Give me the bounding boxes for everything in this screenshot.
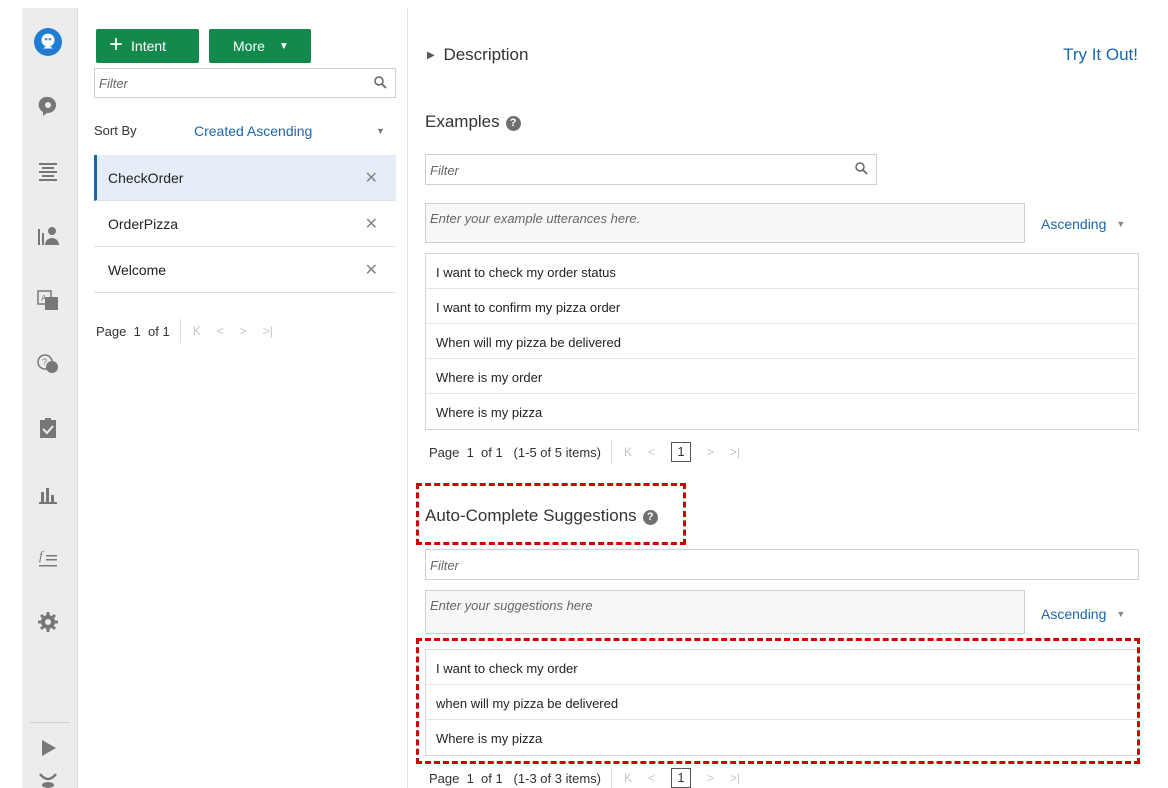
examples-title: Examples? <box>425 112 521 132</box>
example-utterance-input[interactable]: Enter your example utterances here. <box>425 203 1025 243</box>
intents-pager: Page 1 of 1 K < > >| <box>96 319 289 343</box>
intent-item-label: CheckOrder <box>108 170 184 186</box>
caret-down-icon: ▼ <box>278 40 289 52</box>
pager-divider <box>610 766 612 788</box>
intent-item-label: Welcome <box>108 262 167 278</box>
svg-text:f: f <box>39 548 45 563</box>
intent-item-checkorder[interactable]: CheckOrder ✕ <box>94 155 396 201</box>
help-icon[interactable]: ? <box>642 510 658 525</box>
description-label: Description <box>443 45 529 64</box>
caret-down-icon: ▼ <box>1116 609 1126 619</box>
previous-page-icon[interactable]: < <box>217 324 224 338</box>
intent-item-welcome[interactable]: Welcome ✕ <box>94 247 396 293</box>
flows-icon[interactable] <box>34 222 62 250</box>
bot-avatar-icon[interactable] <box>34 28 62 56</box>
pager-text: Page 1 of 1 <box>96 323 170 339</box>
list-item[interactable]: Where is my pizza <box>426 394 1138 429</box>
qna-icon[interactable]: ? <box>34 350 62 378</box>
suggestions-pager: Page 1 of 1 (1-3 of 3 items) K < 1 > >| <box>429 766 756 788</box>
suggestions-title: Auto-Complete Suggestions? <box>425 506 658 526</box>
first-page-icon[interactable]: K <box>624 445 632 459</box>
examples-order-label: Ascending <box>1041 216 1107 232</box>
more-label: More <box>233 38 265 54</box>
search-icon[interactable] <box>374 76 387 92</box>
suggestions-order-select[interactable]: Ascending ▼ <box>1041 606 1125 622</box>
insights-icon[interactable] <box>34 480 62 508</box>
pager-divider <box>179 319 181 343</box>
pager-text: Page 1 of 1 (1-3 of 3 items) <box>429 770 601 786</box>
intent-filter-placeholder: Filter <box>99 76 128 91</box>
suggestion-placeholder: Enter your suggestions here <box>430 598 593 613</box>
examples-order-select[interactable]: Ascending ▼ <box>1041 216 1125 232</box>
examples-title-text: Examples <box>425 112 500 131</box>
add-intent-label: Intent <box>131 38 167 54</box>
list-item[interactable]: I want to check my order status <box>426 254 1138 289</box>
entities-icon[interactable] <box>34 158 62 186</box>
intents-panel: + Intent More ▼ Filter Sort By Created A… <box>78 8 408 788</box>
example-utterance-placeholder: Enter your example utterances here. <box>430 211 641 226</box>
sort-by-label: Sort By <box>94 123 137 138</box>
examples-list: I want to check my order status I want t… <box>425 253 1139 430</box>
settings-icon[interactable] <box>34 608 62 636</box>
description-toggle[interactable]: ▶ Description <box>427 45 528 65</box>
examples-filter-placeholder: Filter <box>430 163 459 178</box>
next-page-icon[interactable]: > <box>707 445 714 459</box>
last-page-icon[interactable]: >| <box>263 324 273 338</box>
previous-page-icon[interactable]: < <box>648 445 655 459</box>
list-item[interactable]: I want to check my order <box>426 650 1138 685</box>
pager-divider <box>610 440 612 464</box>
last-page-icon[interactable]: >| <box>730 445 740 459</box>
first-page-icon[interactable]: K <box>193 324 201 338</box>
rail-divider <box>30 722 70 723</box>
svg-text:?: ? <box>42 357 47 367</box>
list-item[interactable]: When will my pizza be delivered <box>426 324 1138 359</box>
debug-icon[interactable] <box>34 766 62 788</box>
more-button[interactable]: More ▼ <box>209 29 311 63</box>
intent-item-orderpizza[interactable]: OrderPizza ✕ <box>94 201 396 247</box>
plus-icon: + <box>109 31 124 58</box>
current-page-box[interactable]: 1 <box>671 768 692 788</box>
run-icon[interactable] <box>34 734 62 762</box>
list-item[interactable]: Where is my order <box>426 359 1138 394</box>
next-page-icon[interactable]: > <box>707 771 714 785</box>
suggestions-filter-input[interactable]: Filter <box>425 549 1139 580</box>
pager-text: Page 1 of 1 (1-5 of 5 items) <box>429 444 601 460</box>
examples-filter-input[interactable]: Filter <box>425 154 877 185</box>
first-page-icon[interactable]: K <box>624 771 632 785</box>
suggestion-input[interactable]: Enter your suggestions here <box>425 590 1025 634</box>
quality-icon[interactable] <box>34 414 62 442</box>
functions-icon[interactable]: f <box>34 544 62 572</box>
close-icon[interactable]: ✕ <box>365 214 378 234</box>
svg-text:A: A <box>41 294 47 303</box>
current-page-box[interactable]: 1 <box>671 442 692 462</box>
suggestions-list: I want to check my order when will my pi… <box>425 649 1139 756</box>
list-item[interactable]: Where is my pizza <box>426 720 1138 755</box>
previous-page-icon[interactable]: < <box>648 771 655 785</box>
close-icon[interactable]: ✕ <box>365 260 378 280</box>
intent-filter-input[interactable]: Filter <box>94 68 396 98</box>
navigation-rail: A ? f <box>22 8 78 788</box>
list-item[interactable]: I want to confirm my pizza order <box>426 289 1138 324</box>
close-icon[interactable]: ✕ <box>365 168 378 188</box>
add-intent-button[interactable]: + Intent <box>96 29 199 63</box>
try-it-out-link[interactable]: Try It Out! <box>1063 45 1138 65</box>
examples-pager: Page 1 of 1 (1-5 of 5 items) K < 1 > >| <box>429 440 756 464</box>
caret-down-icon: ▼ <box>1116 219 1126 229</box>
intent-detail-panel: ▶ Description Try It Out! Examples? Filt… <box>408 8 1168 788</box>
help-icon[interactable]: ? <box>505 116 521 131</box>
next-page-icon[interactable]: > <box>240 324 247 338</box>
suggestions-title-text: Auto-Complete Suggestions <box>425 506 637 525</box>
search-icon[interactable] <box>855 162 868 178</box>
expand-arrow-icon: ▶ <box>427 50 435 61</box>
caret-down-icon[interactable]: ▼ <box>376 126 385 136</box>
intent-item-label: OrderPizza <box>108 216 179 232</box>
last-page-icon[interactable]: >| <box>730 771 740 785</box>
suggestions-order-label: Ascending <box>1041 606 1107 622</box>
list-item[interactable]: when will my pizza be delivered <box>426 685 1138 720</box>
intents-icon[interactable] <box>34 92 62 120</box>
suggestions-filter-placeholder: Filter <box>430 558 459 573</box>
sort-select[interactable]: Created Ascending <box>194 123 312 139</box>
translation-icon[interactable]: A <box>34 286 62 314</box>
